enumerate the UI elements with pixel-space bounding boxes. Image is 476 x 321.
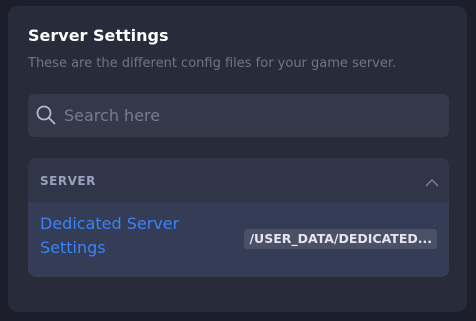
config-file-row[interactable]: Dedicated Server Settings /USER_DATA/DED… <box>28 202 449 277</box>
search-input[interactable] <box>64 94 434 137</box>
section-label: SERVER <box>40 174 96 188</box>
config-file-path: /USER_DATA/DEDICATED... <box>244 229 437 249</box>
config-file-link[interactable]: Dedicated Server Settings <box>40 212 210 260</box>
search-box[interactable] <box>28 94 449 137</box>
search-icon <box>36 105 56 125</box>
chevron-up-icon[interactable] <box>425 173 439 187</box>
panel-title: Server Settings <box>28 26 169 45</box>
section-header[interactable]: SERVER <box>28 158 449 202</box>
server-settings-panel: Server Settings These are the different … <box>8 6 467 312</box>
config-section-server: SERVER Dedicated Server Settings /USER_D… <box>28 158 449 277</box>
panel-subtitle: These are the different config files for… <box>28 56 397 71</box>
